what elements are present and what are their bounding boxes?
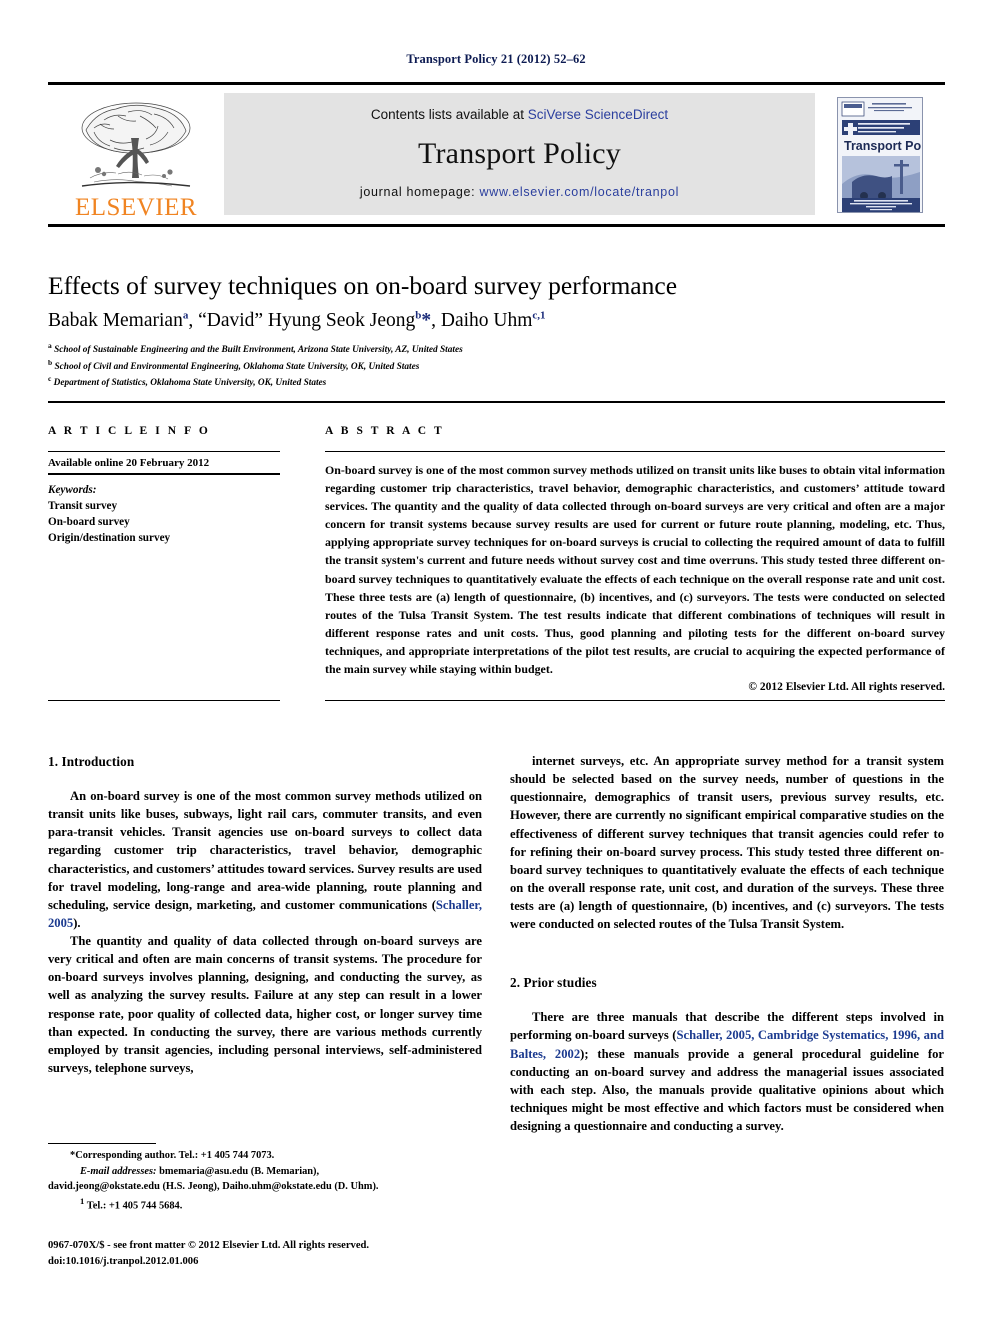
divider-below-abstract xyxy=(325,700,945,701)
author-list: Babak Memariana, “David” Hyung Seok Jeon… xyxy=(48,309,546,332)
footnote-block: *Corresponding author. Tel.: +1 405 744 … xyxy=(48,1148,468,1214)
homepage-prefix: journal homepage: xyxy=(359,185,480,199)
journal-title: Transport Policy xyxy=(418,136,621,170)
available-online-text: Available online 20 February 2012 xyxy=(48,452,280,475)
keyword-item: Origin/destination survey xyxy=(48,531,171,544)
journal-header-band: ELSEVIER Contents lists available at Sci… xyxy=(48,82,945,227)
divider-above-abstract xyxy=(48,401,945,403)
contents-lists-line: Contents lists available at SciVerse Sci… xyxy=(371,107,668,122)
body-column-right: internet surveys, etc. An appropriate su… xyxy=(510,752,944,1135)
intro-paragraph-2: The quantity and quality of data collect… xyxy=(48,934,482,1075)
divider-below-article-info xyxy=(48,700,280,701)
affiliation-item: b School of Civil and Environmental Engi… xyxy=(48,357,420,372)
contents-lists-prefix: Contents lists available at xyxy=(370,107,528,122)
elsevier-tree-icon xyxy=(74,98,198,194)
keywords-heading: Keywords: xyxy=(48,484,97,496)
footnote-divider xyxy=(48,1143,156,1144)
imprint-front-matter: 0967-070X/$ - see front matter © 2012 El… xyxy=(48,1240,370,1251)
journal-cover-thumbnail: Transport Policy xyxy=(837,96,923,213)
section-heading-prior-studies: 2. Prior studies xyxy=(510,975,597,991)
body-column-left: 1. Introduction An on-board survey is on… xyxy=(48,752,482,1077)
journal-cover-block: Transport Policy xyxy=(815,85,945,224)
keyword-item: On-board survey xyxy=(48,515,130,528)
journal-homepage-line: journal homepage: www.elsevier.com/locat… xyxy=(360,185,679,199)
affiliation-marker: a xyxy=(48,341,52,350)
intro-paragraph-1-text: An on-board survey is one of the most co… xyxy=(48,789,482,912)
footnote-tel: 1 Tel.: +1 405 744 5684. xyxy=(48,1195,468,1214)
abstract-heading: A B S T R A C T xyxy=(325,425,445,437)
elsevier-wordmark: ELSEVIER xyxy=(74,194,198,221)
article-info-column: A R T I C L E I N F O Available online 2… xyxy=(48,425,280,547)
footnote-email-line-2[interactable]: david.jeong@okstate.edu (H.S. Jeong), Da… xyxy=(48,1179,468,1195)
intro-paragraph-1-tail: ). xyxy=(73,915,81,930)
footnote-marker-1: 1 xyxy=(80,1195,85,1206)
intro-paragraph-1: An on-board survey is one of the most co… xyxy=(48,787,482,932)
affiliation-list: a School of Sustainable Engineering and … xyxy=(48,341,908,391)
footnote-corresponding-text: Corresponding author. Tel.: +1 405 744 7… xyxy=(75,1150,275,1161)
abstract-text: On-board survey is one of the most commo… xyxy=(325,463,945,677)
imprint-doi[interactable]: doi:10.1016/j.tranpol.2012.01.006 xyxy=(48,1254,478,1270)
abstract-column: A B S T R A C T On-board survey is one o… xyxy=(325,425,945,693)
affiliation-marker: b xyxy=(48,357,53,367)
page-title: Effects of survey techniques on on-board… xyxy=(48,271,678,300)
affiliation-item: c Department of Statistics, Oklahoma Sta… xyxy=(48,374,327,389)
keyword-item: Transit survey xyxy=(48,499,118,512)
affiliation-item: a School of Sustainable Engineering and … xyxy=(48,341,463,356)
article-info-heading: A R T I C L E I N F O xyxy=(48,425,211,437)
imprint-block: 0967-070X/$ - see front matter © 2012 El… xyxy=(48,1238,478,1270)
abstract-copyright: © 2012 Elsevier Ltd. All rights reserved… xyxy=(748,681,945,694)
keywords-block: Keywords: Transit survey On-board survey… xyxy=(48,475,280,547)
homepage-url-link[interactable]: www.elsevier.com/locate/tranpol xyxy=(480,185,680,199)
section-heading-introduction: 1. Introduction xyxy=(48,754,135,769)
sciencedirect-link[interactable]: SciVerse ScienceDirect xyxy=(528,107,668,122)
prior-studies-paragraph-1: There are three manuals that describe th… xyxy=(510,1008,944,1135)
email-link-1[interactable]: bmemaria@asu.edu (B. Memarian), xyxy=(159,1166,319,1177)
running-head: Transport Policy 21 (2012) 52–62 xyxy=(406,52,586,66)
svg-text:Transport Policy: Transport Policy xyxy=(844,139,923,153)
email-addresses-label: E-mail addresses: xyxy=(80,1165,157,1177)
footnote-tel-text: Tel.: +1 405 744 5684. xyxy=(86,1200,183,1212)
elsevier-logo-block: ELSEVIER xyxy=(48,85,224,224)
intro-paragraph-3: internet surveys, etc. An appropriate su… xyxy=(510,754,944,932)
footnote-email-line-1: E-mail addresses: bmemaria@asu.edu (B. M… xyxy=(48,1164,468,1180)
journal-banner: Contents lists available at SciVerse Sci… xyxy=(224,93,815,215)
affiliation-marker: c xyxy=(48,374,52,384)
footnote-corresponding-author: *Corresponding author. Tel.: +1 405 744 … xyxy=(48,1148,468,1164)
